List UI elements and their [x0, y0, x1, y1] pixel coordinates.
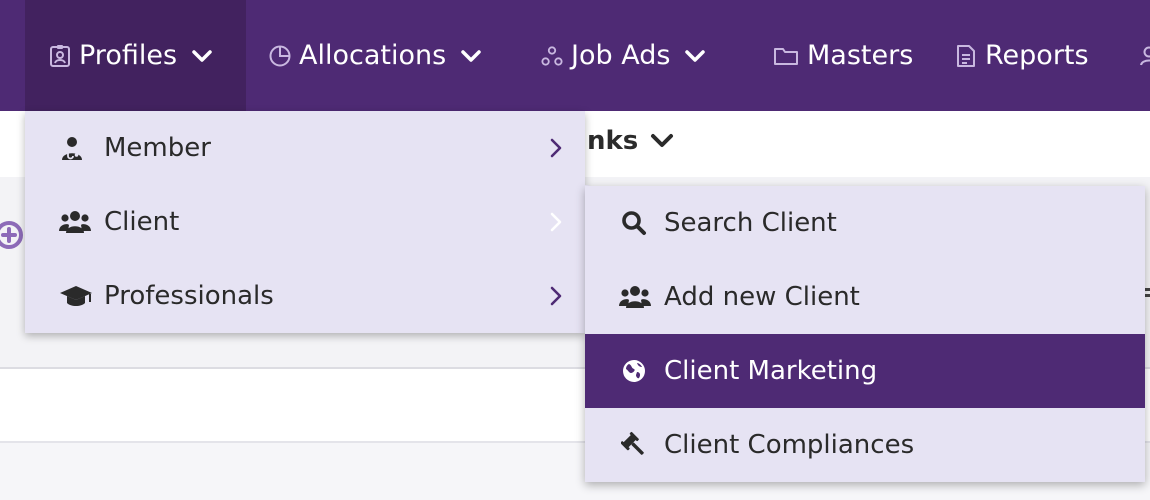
- submenu-item-client-compliances[interactable]: Client Compliances: [585, 408, 1145, 482]
- menu-item-label: Professionals: [104, 281, 274, 311]
- globe-icon: [621, 334, 647, 408]
- nav-label-job-ads: Job Ads: [571, 40, 671, 71]
- menu-item-professionals[interactable]: Professionals: [25, 259, 585, 333]
- nav-item-allocations[interactable]: Allocations: [269, 0, 482, 111]
- submenu-item-label: Client Marketing: [664, 356, 878, 386]
- submenu-item-label: Add new Client: [664, 282, 860, 312]
- chevron-down-icon: [650, 133, 674, 149]
- user-icon: [1138, 44, 1150, 68]
- folder-icon: [773, 44, 799, 68]
- top-navigation-bar: Profiles Allocations Job Ads Masters Rep…: [0, 0, 1150, 111]
- nav-item-profiles[interactable]: Profiles: [25, 0, 246, 111]
- nodes-icon: [541, 44, 563, 68]
- gavel-icon: [621, 408, 649, 482]
- nav-item-masters[interactable]: Masters: [773, 0, 913, 111]
- chevron-down-icon: [191, 49, 213, 63]
- section-header-partial[interactable]: nks: [587, 126, 674, 156]
- chevron-down-icon: [684, 49, 706, 63]
- nav-label-allocations: Allocations: [299, 40, 447, 71]
- submenu-item-client-marketing[interactable]: Client Marketing: [585, 334, 1145, 408]
- doctor-icon: [59, 111, 85, 185]
- chevron-right-icon: [549, 185, 563, 259]
- submenu-item-label: Client Compliances: [664, 430, 915, 460]
- submenu-item-label: Search Client: [664, 208, 837, 238]
- pie-chart-icon: [269, 44, 291, 68]
- menu-item-client[interactable]: Client: [25, 185, 585, 259]
- chevron-right-icon: [549, 259, 563, 333]
- menu-item-label: Member: [104, 133, 211, 163]
- nav-item-reports[interactable]: Reports: [955, 0, 1089, 111]
- submenu-item-search-client[interactable]: Search Client: [585, 186, 1145, 260]
- search-icon: [621, 186, 647, 260]
- users-icon: [59, 185, 91, 259]
- chevron-right-icon: [549, 111, 563, 185]
- users-icon: [619, 260, 651, 334]
- chevron-down-icon: [460, 49, 482, 63]
- nav-label-profiles: Profiles: [79, 40, 178, 71]
- nav-label-masters: Masters: [807, 40, 914, 71]
- graduation-cap-icon: [59, 259, 93, 333]
- app-root: nks Profiles Allocations Job Ads Masters…: [0, 0, 1150, 500]
- add-circle-icon[interactable]: [0, 220, 24, 250]
- client-submenu: Search Client Add new Client Client Mark…: [585, 186, 1145, 482]
- profiles-dropdown-menu: Member Client Professionals: [25, 111, 589, 333]
- section-header-label: nks: [587, 126, 639, 156]
- nav-label-reports: Reports: [985, 40, 1089, 71]
- menu-item-label: Client: [104, 207, 180, 237]
- nav-item-job-ads[interactable]: Job Ads: [541, 0, 706, 111]
- menu-item-member[interactable]: Member: [25, 111, 585, 185]
- submenu-item-add-new-client[interactable]: Add new Client: [585, 260, 1145, 334]
- id-badge-icon: [49, 44, 71, 68]
- document-icon: [955, 44, 977, 68]
- nav-item-partial[interactable]: [1138, 0, 1150, 111]
